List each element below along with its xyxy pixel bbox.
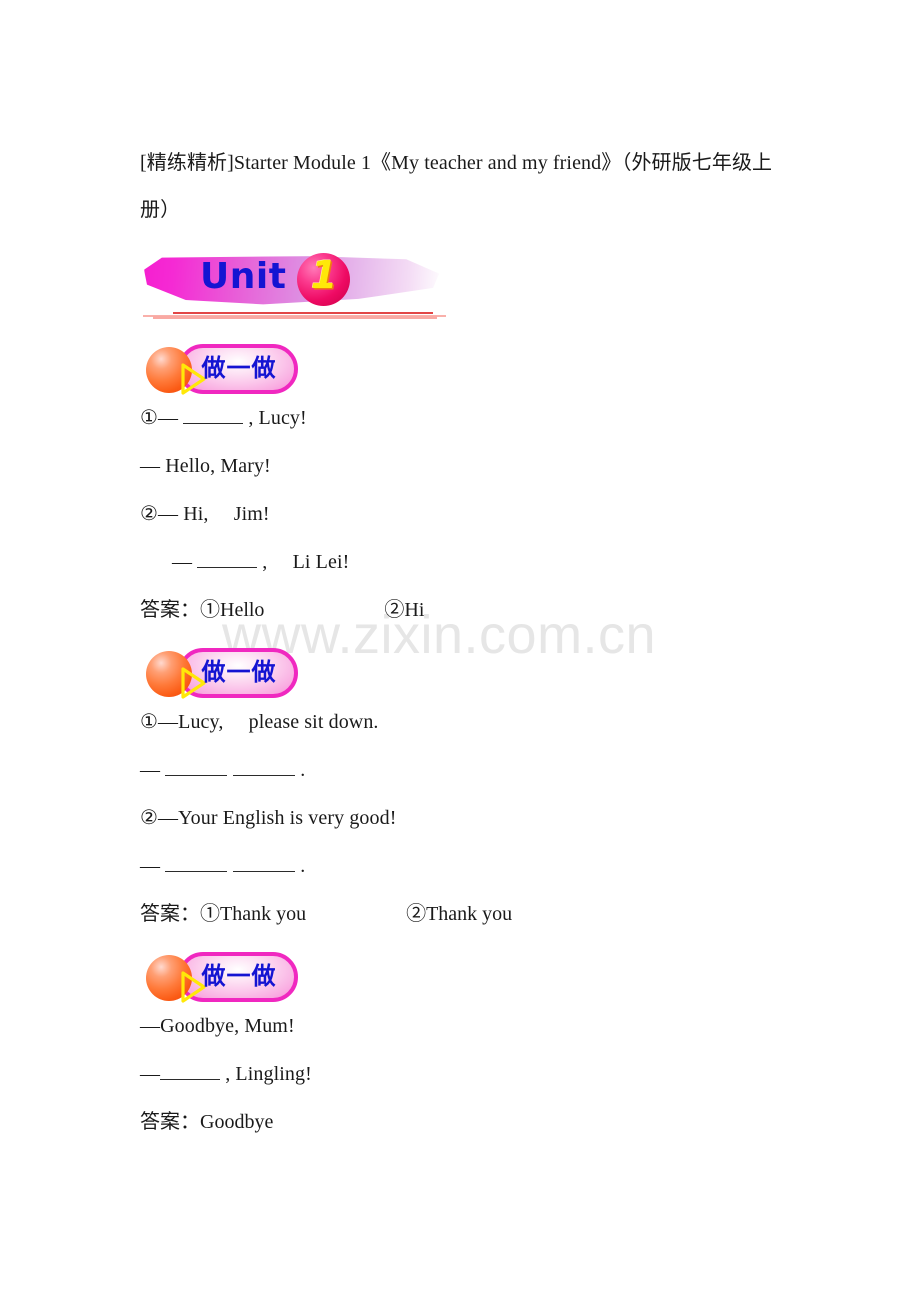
answer-line: 答案：①Hello ②Hi (140, 599, 425, 621)
unit-banner-word: Unit (200, 256, 287, 297)
line-suffix: , Lingling! (220, 1063, 312, 1085)
unit-number-label: 1 (310, 253, 338, 297)
fill-blank (165, 756, 228, 776)
exercise-line: ②— Hi, Jim! (140, 490, 800, 538)
unit-banner-blob (144, 256, 440, 305)
do-it-label-3: 做一做 (201, 962, 277, 990)
do-it-label-2: 做一做 (201, 658, 277, 686)
do-it-label-1: 做一做 (201, 354, 277, 382)
exercise-line: — . (140, 842, 800, 890)
fill-blank (183, 404, 244, 424)
fill-blank (160, 1060, 221, 1080)
exercise-line: ①— , Lucy! (140, 394, 800, 442)
line-suffix: . (295, 759, 306, 781)
fill-blank (233, 756, 296, 776)
unit-banner-graphic: Unit 1 (140, 250, 450, 330)
fill-blank (165, 852, 228, 872)
exercise-line: ①—Lucy, please sit down. (140, 698, 800, 746)
line-prefix: —Goodbye, Mum! (140, 1015, 295, 1037)
page-title: [精练精析]Starter Module 1《My teacher and my… (140, 152, 773, 221)
line-prefix: — (140, 759, 166, 781)
exercise-line: —Goodbye, Mum! (140, 1002, 800, 1050)
fill-blank (197, 548, 258, 568)
banner-rule-dark (173, 312, 433, 314)
line-prefix: ②— Hi, Jim! (140, 503, 270, 525)
line-prefix: — Hello, Mary! (140, 455, 271, 477)
banner-rule-mid (153, 316, 437, 320)
exercise-line: — . (140, 746, 800, 794)
exercise-line: — , Lingling! (140, 1050, 800, 1098)
play-triangle-icon (161, 964, 206, 1003)
line-prefix: ②—Your English is very good! (140, 807, 397, 829)
line-suffix: , Lucy! (243, 407, 307, 429)
fill-blank (233, 852, 296, 872)
exercise-line: — Hello, Mary! (140, 442, 800, 490)
exercise-line: — , Li Lei! (140, 538, 800, 586)
exercise-line: ②—Your English is very good! (140, 794, 800, 842)
play-triangle-icon (161, 356, 206, 395)
answer-line: 答案：①Thank you ②Thank you (140, 903, 513, 925)
document-content: [精练精析]Starter Module 1《My teacher and my… (140, 0, 800, 1146)
line-prefix: ①—Lucy, please sit down. (140, 711, 379, 733)
line-prefix: — (140, 855, 166, 877)
line-suffix: , Li Lei! (257, 551, 350, 573)
line-prefix: ①— (140, 407, 184, 429)
do-it-badge-1: 做一做 (146, 344, 301, 395)
document-page: www.zixin.com.cn [精练精析]Starter Module 1《… (0, 0, 920, 1302)
do-it-badge-2: 做一做 (146, 648, 301, 699)
line-prefix: — (140, 1063, 161, 1085)
play-triangle-icon (161, 660, 206, 699)
line-suffix: . (295, 855, 306, 877)
do-it-badge-3: 做一做 (146, 952, 301, 1003)
line-prefix: — (172, 551, 198, 573)
answer-line: 答案：Goodbye (140, 1111, 274, 1133)
